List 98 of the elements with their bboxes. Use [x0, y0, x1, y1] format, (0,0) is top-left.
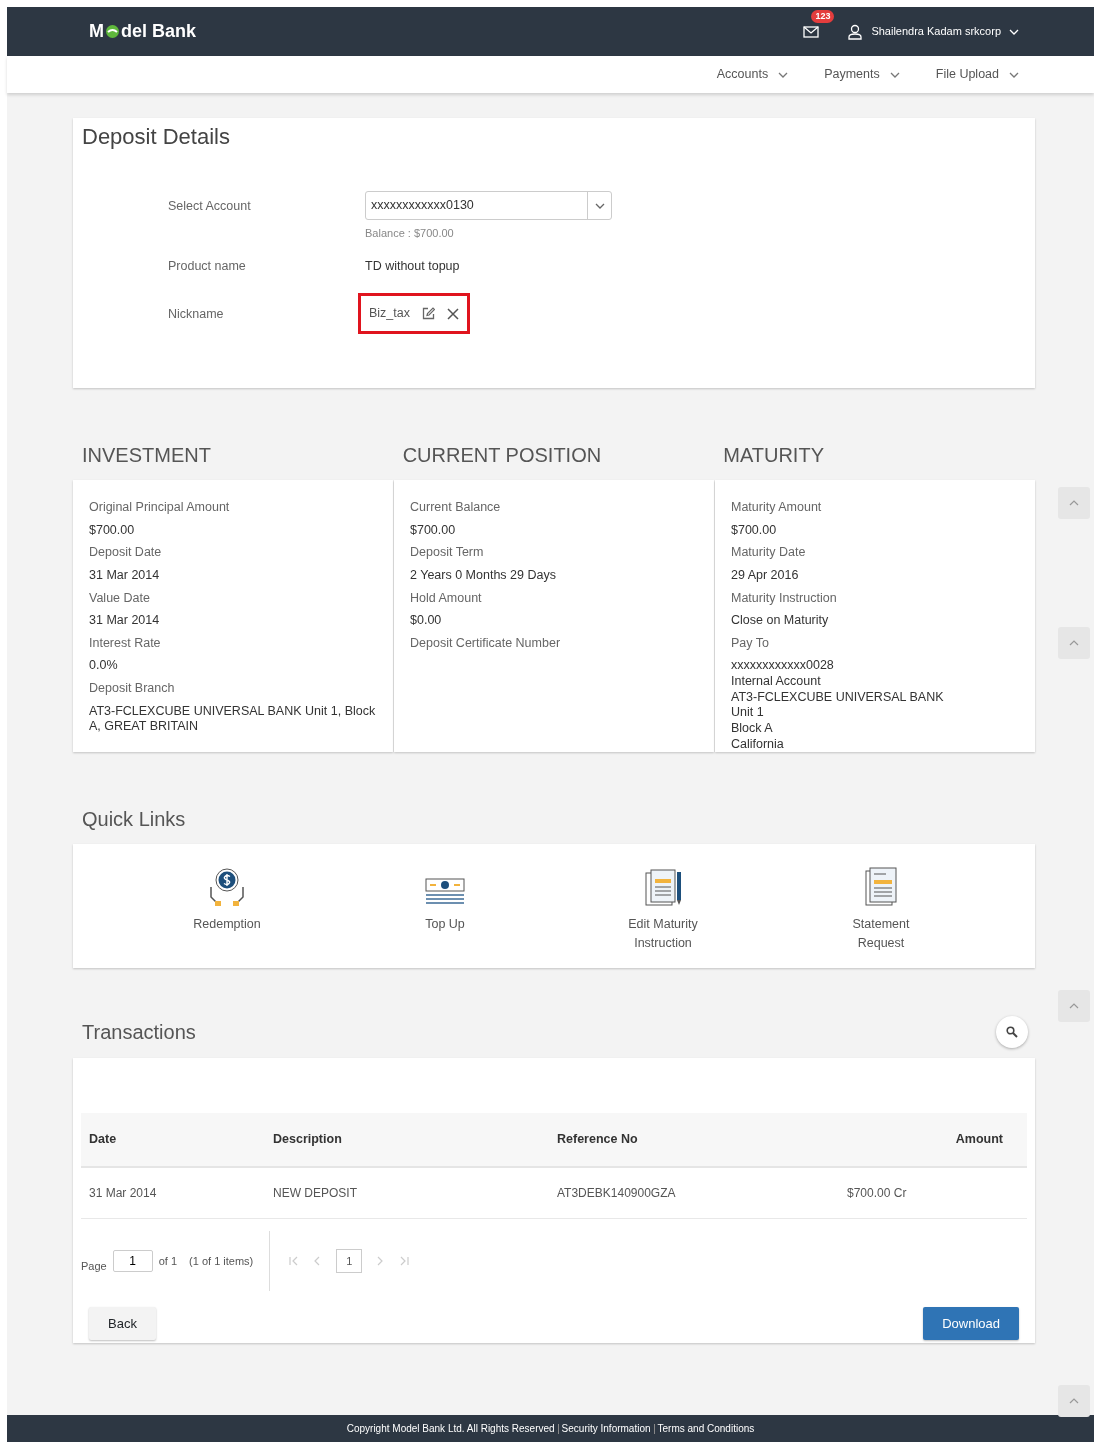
- close-icon: [447, 307, 459, 320]
- field-value: $700.00: [410, 522, 457, 539]
- field-label: Deposit Certificate Number: [410, 635, 562, 652]
- quick-link[interactable]: Top Up: [336, 866, 554, 969]
- page-label: Page: [81, 1258, 107, 1274]
- menu-item[interactable]: File Upload: [935, 65, 1019, 84]
- section-heading: Transactions: [81, 1020, 196, 1046]
- menu-item[interactable]: Payments: [824, 65, 900, 84]
- logo-text: del Bank: [121, 20, 197, 43]
- page-title: Deposit Details: [82, 123, 231, 151]
- caret-icon: [889, 71, 900, 78]
- field-value: Close on Maturity: [731, 613, 830, 629]
- scroll-up-button[interactable]: [1058, 627, 1090, 659]
- menu-item[interactable]: Accounts: [716, 65, 789, 84]
- chevron-up-icon: [1069, 1003, 1079, 1009]
- caret-icon: [1009, 28, 1019, 35]
- field-value: 31 Mar 2014: [89, 613, 161, 629]
- document-pen-icon: [643, 869, 683, 908]
- field-value: $700.00: [731, 522, 778, 539]
- field-value: Internal Account: [731, 674, 822, 690]
- scroll-up-button[interactable]: [1058, 1385, 1090, 1417]
- download-button[interactable]: Download: [923, 1306, 1019, 1341]
- caret-icon: [778, 71, 789, 78]
- items-count: (1 of 1 items): [189, 1253, 254, 1269]
- quick-link[interactable]: Redemption: [118, 866, 336, 969]
- caret-icon: [594, 202, 605, 209]
- field-label: Current Balance: [410, 500, 502, 516]
- field-label: Interest Rate: [89, 635, 162, 652]
- field-label: Maturity Date: [731, 545, 807, 561]
- caret-icon: [1009, 71, 1019, 78]
- product-name: TD without topup: [365, 258, 460, 273]
- table-cell: NEW DEPOSIT: [265, 1166, 549, 1219]
- section-heading: CURRENT POSITION: [401, 443, 603, 468]
- quick-link[interactable]: Statement Request: [772, 866, 990, 969]
- field-label: Original Principal Amount: [89, 500, 231, 516]
- column-header: Amount: [839, 1113, 1027, 1167]
- field-label: Product name: [167, 257, 247, 275]
- field-label: Hold Amount: [410, 590, 483, 607]
- notification-badge: 123: [811, 9, 835, 23]
- column-header: Description: [265, 1113, 549, 1167]
- back-button[interactable]: Back: [89, 1306, 156, 1341]
- field-label: Deposit Term: [410, 545, 485, 561]
- field-value: xxxxxxxxxxxx0028: [731, 658, 835, 674]
- table-cell: 31 Mar 2014: [81, 1166, 265, 1219]
- field-value: 29 Apr 2016: [731, 567, 800, 584]
- balance-text: Balance : $700.00: [365, 226, 455, 241]
- user-menu[interactable]: Shailendra Kadam srkcorp: [847, 23, 1019, 40]
- current-page: 1: [336, 1248, 363, 1274]
- field-label: Deposit Date: [89, 545, 163, 561]
- field-value: Block A: [731, 720, 774, 737]
- page-input[interactable]: 1: [112, 1249, 153, 1272]
- close-button[interactable]: [447, 307, 459, 320]
- nickname-value: Biz_tax: [369, 305, 410, 323]
- section-heading: INVESTMENT: [81, 443, 212, 468]
- search-button[interactable]: [996, 1016, 1028, 1049]
- document-icon: [864, 867, 898, 908]
- scroll-up-button[interactable]: [1058, 487, 1090, 519]
- scroll-up-button[interactable]: [1058, 990, 1090, 1022]
- field-value: 2 Years 0 Months 29 Days: [410, 567, 557, 584]
- edit-icon: [422, 307, 435, 321]
- field-value: 31 Mar 2014: [89, 567, 161, 584]
- field-label: Value Date: [89, 590, 151, 607]
- last-page-icon: [398, 1254, 411, 1267]
- section-heading: Quick Links: [81, 807, 187, 833]
- envelope-icon: [803, 26, 820, 39]
- chevron-up-icon: [1069, 640, 1079, 646]
- edit-button[interactable]: [422, 307, 435, 321]
- field-value: 0.0%: [89, 658, 119, 674]
- table-cell: $700.00 Cr: [839, 1166, 1027, 1219]
- field-value: $0.00: [410, 613, 443, 629]
- quick-link[interactable]: Edit Maturity Instruction: [554, 866, 772, 969]
- chevron-up-icon: [1069, 1398, 1079, 1404]
- account-select[interactable]: xxxxxxxxxxxx0130: [365, 191, 612, 220]
- column-header: Reference No: [549, 1113, 839, 1167]
- hands-coin-icon: [207, 867, 247, 908]
- field-label: Pay To: [731, 635, 770, 652]
- field-value: Unit 1: [731, 705, 765, 721]
- field-value: AT3-FCLEXCUBE UNIVERSAL BANK Unit 1, Block A, GREAT BRITAIN: [89, 703, 377, 735]
- column-header: Date: [81, 1113, 265, 1167]
- search-icon: [1006, 1026, 1018, 1039]
- footer-link[interactable]: Security Information: [561, 1421, 651, 1436]
- section-heading: MATURITY: [722, 443, 825, 468]
- field-value: California: [731, 736, 785, 753]
- table-cell: AT3DEBK140900GZA: [549, 1166, 839, 1219]
- logo-icon: [105, 24, 120, 39]
- page-count: of 1: [158, 1253, 178, 1269]
- footer-link[interactable]: Copyright Model Bank Ltd. All Rights Reserved: [346, 1421, 555, 1436]
- footer-link[interactable]: Terms and Conditions: [657, 1421, 755, 1436]
- field-label: Deposit Branch: [89, 681, 176, 697]
- field-label: Select Account: [167, 198, 252, 215]
- chevron-up-icon: [1069, 500, 1079, 506]
- field-value: $700.00: [89, 522, 136, 539]
- field-value: AT3-FCLEXCUBE UNIVERSAL BANK: [731, 689, 945, 706]
- user-icon: [847, 23, 864, 40]
- field-label: Maturity Amount: [731, 500, 823, 516]
- field-label: Nickname: [167, 306, 225, 324]
- logo-text: M: [89, 20, 104, 43]
- field-label: Maturity Instruction: [731, 590, 838, 607]
